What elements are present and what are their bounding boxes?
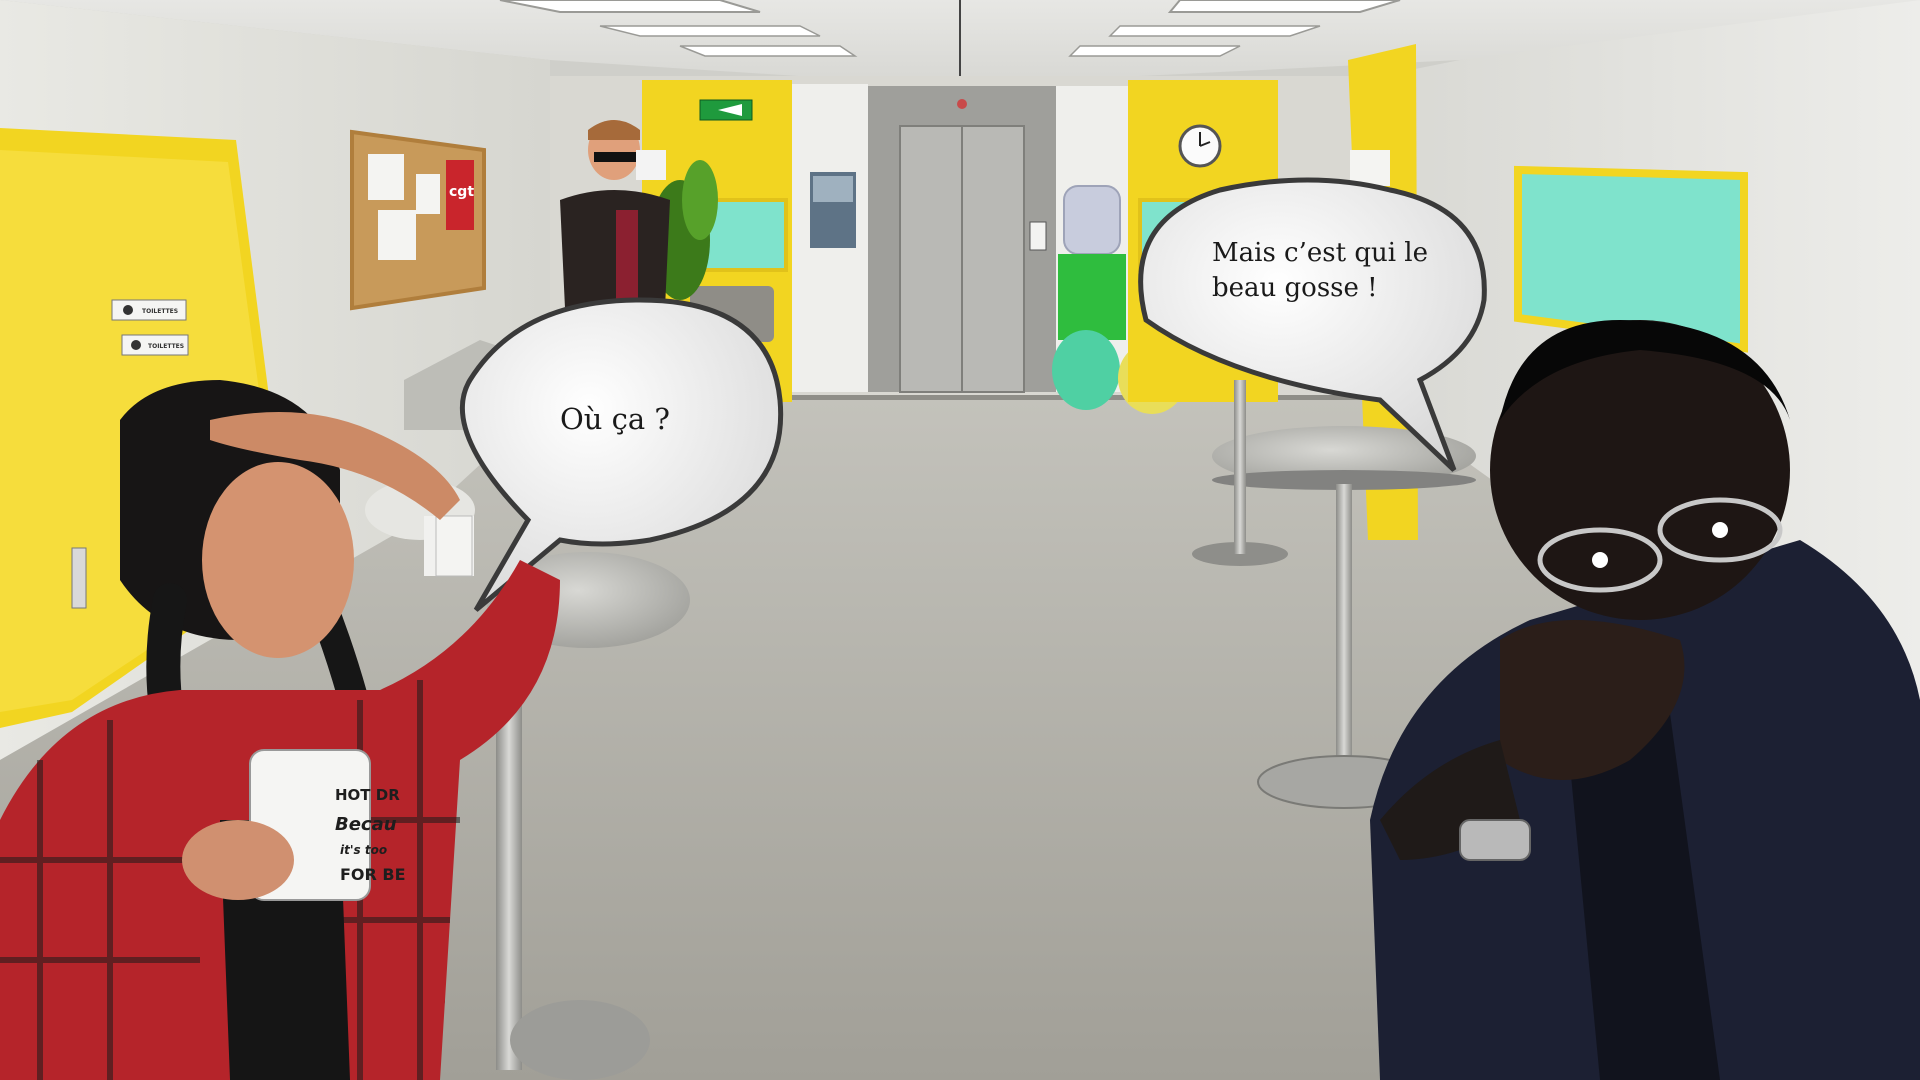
ceiling-light bbox=[1108, 25, 1321, 37]
speech-bubble-right-text: Mais c’est qui le beau gosse ! bbox=[1212, 238, 1428, 304]
mug-print-line-3: it's too bbox=[340, 843, 387, 857]
restroom-sign-bottom-label: TOILETTES bbox=[148, 343, 184, 350]
mug-print-line-2: Becau bbox=[335, 814, 397, 835]
restroom-sign-bottom: TOILETTES bbox=[121, 334, 189, 356]
water-jug-teal bbox=[1052, 330, 1120, 410]
sunglasses bbox=[594, 152, 638, 162]
mug-print-line-1: HOT DR bbox=[335, 786, 400, 804]
ceiling-light bbox=[1068, 45, 1241, 57]
office-scene: TOILETTES TOILETTES cgt HOT DR Becau it'… bbox=[0, 0, 1920, 1080]
wristwatch bbox=[1459, 819, 1531, 861]
cork-notice-board: cgt bbox=[350, 129, 486, 311]
ceiling-light bbox=[679, 45, 858, 57]
water-bottle bbox=[1063, 185, 1121, 255]
paper-cup bbox=[435, 515, 473, 577]
restroom-sign-top-label: TOILETTES bbox=[142, 308, 178, 315]
door-handle bbox=[71, 547, 87, 609]
restroom-sign-top: TOILETTES bbox=[111, 299, 187, 321]
speech-bubble-left-text: Où ça ? bbox=[560, 402, 670, 436]
mug-print-line-4: FOR BE bbox=[340, 865, 406, 884]
union-poster-label: cgt bbox=[449, 184, 474, 200]
water-cooler bbox=[1058, 254, 1126, 340]
ceiling-light bbox=[1167, 0, 1401, 13]
office-hallway-illustration: TOILETTES TOILETTES cgt HOT DR Becau it'… bbox=[0, 0, 1920, 1080]
ceiling-light bbox=[599, 25, 821, 37]
coffee-mug-back bbox=[636, 150, 666, 180]
elevator-button-panel bbox=[1029, 221, 1047, 251]
